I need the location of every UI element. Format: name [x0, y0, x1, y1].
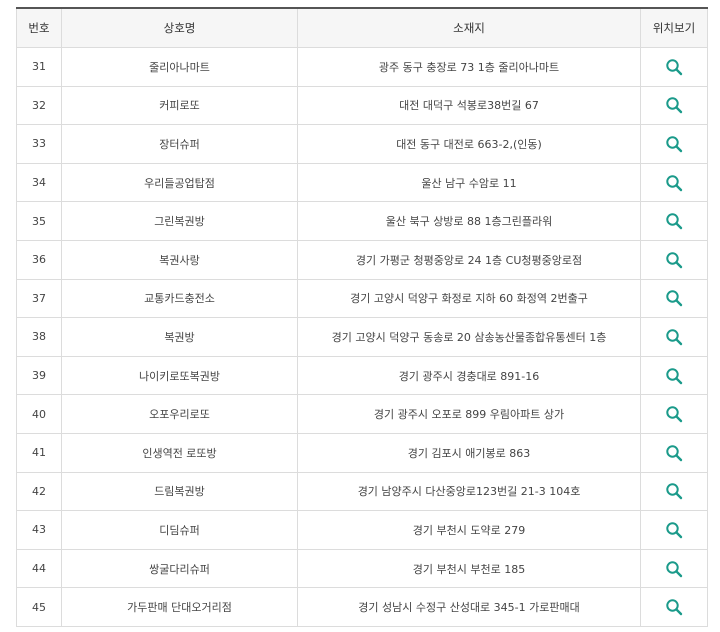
- row-store-name: 줄리아나마트: [61, 47, 298, 87]
- row-store-name: 교통카드충전소: [61, 278, 298, 319]
- row-store-name: 복권방: [61, 317, 298, 357]
- row-number: 35: [16, 201, 62, 241]
- row-number: 44: [16, 548, 62, 589]
- row-store-name: 드림복권방: [61, 471, 298, 512]
- header-store-name: 상호명: [61, 7, 298, 48]
- table-row: 31 줄리아나마트 광주 동구 충장로 73 1층 줄리아나마트: [16, 47, 708, 87]
- row-store-name: 커피로또: [61, 85, 298, 126]
- row-store-name: 복권사랑: [61, 239, 298, 280]
- row-view-location: [640, 47, 708, 87]
- row-store-name: 오포우리로또: [61, 394, 298, 434]
- row-address: 대전 동구 대전로 663-2,(인동): [297, 124, 641, 164]
- row-number: 36: [16, 239, 62, 280]
- row-number: 31: [16, 47, 62, 87]
- search-icon[interactable]: [665, 289, 683, 307]
- row-view-location: [640, 355, 708, 396]
- row-view-location: [640, 278, 708, 319]
- row-address: 울산 북구 상방로 88 1층그린플라워: [297, 201, 641, 241]
- search-icon[interactable]: [665, 135, 683, 153]
- table-row: 33 장터슈퍼 대전 동구 대전로 663-2,(인동): [16, 124, 708, 164]
- row-view-location: [640, 548, 708, 589]
- row-number: 41: [16, 432, 62, 473]
- search-icon[interactable]: [665, 328, 683, 346]
- search-icon[interactable]: [665, 560, 683, 578]
- table-row: 39 나이키로또복권방 경기 광주시 경충대로 891-16: [16, 355, 708, 396]
- row-view-location: [640, 239, 708, 280]
- row-number: 40: [16, 394, 62, 434]
- row-number: 45: [16, 587, 62, 627]
- row-number: 39: [16, 355, 62, 396]
- table-row: 45 가두판매 단대오거리점 경기 성남시 수정구 산성대로 345-1 가로판매대: [16, 587, 708, 627]
- search-icon[interactable]: [665, 367, 683, 385]
- row-address: 경기 고양시 덕양구 화정로 지하 60 화정역 2번출구: [297, 278, 641, 319]
- table-header: 번호 상호명 소재지 위치보기: [16, 7, 708, 48]
- header-view-location: 위치보기: [640, 7, 708, 48]
- table-row: 36 복권사랑 경기 가평군 청평중앙로 24 1층 CU청평중앙로점: [16, 239, 708, 280]
- row-number: 34: [16, 162, 62, 203]
- row-store-name: 쌍굴다리슈퍼: [61, 548, 298, 589]
- row-store-name: 인생역전 로또방: [61, 432, 298, 473]
- search-icon[interactable]: [665, 444, 683, 462]
- row-address: 경기 성남시 수정구 산성대로 345-1 가로판매대: [297, 587, 641, 627]
- search-icon[interactable]: [665, 598, 683, 616]
- table-body: 31 줄리아나마트 광주 동구 충장로 73 1층 줄리아나마트 32 커피로또 대전 대…: [16, 47, 708, 627]
- header-number: 번호: [16, 7, 62, 48]
- row-store-name: 우리들공업탑점: [61, 162, 298, 203]
- table-row: 38 복권방 경기 고양시 덕양구 동송로 20 삼송농산물종합유통센터 1층: [16, 317, 708, 357]
- row-number: 32: [16, 85, 62, 126]
- search-icon[interactable]: [665, 405, 683, 423]
- table-row: 44 쌍굴다리슈퍼 경기 부천시 부천로 185: [16, 548, 708, 589]
- row-address: 경기 가평군 청평중앙로 24 1층 CU청평중앙로점: [297, 239, 641, 280]
- row-view-location: [640, 510, 708, 550]
- row-view-location: [640, 124, 708, 164]
- row-number: 42: [16, 471, 62, 512]
- row-address: 경기 광주시 오포로 899 우림아파트 상가: [297, 394, 641, 434]
- row-address: 대전 대덕구 석봉로38번길 67: [297, 85, 641, 126]
- store-table: 번호 상호명 소재지 위치보기 31 줄리아나마트 광주 동구 충장로 73 1층 …: [16, 7, 708, 627]
- row-number: 33: [16, 124, 62, 164]
- table-row: 41 인생역전 로또방 경기 김포시 애기봉로 863: [16, 432, 708, 473]
- row-view-location: [640, 85, 708, 126]
- table-row: 32 커피로또 대전 대덕구 석봉로38번길 67: [16, 85, 708, 126]
- table-row: 42 드림복권방 경기 남양주시 다산중앙로123번길 21-3 104호: [16, 471, 708, 512]
- table-row: 35 그린복권방 울산 북구 상방로 88 1층그린플라워: [16, 201, 708, 241]
- row-number: 37: [16, 278, 62, 319]
- search-icon[interactable]: [665, 96, 683, 114]
- row-address: 경기 부천시 도약로 279: [297, 510, 641, 550]
- header-address: 소재지: [297, 7, 641, 48]
- row-view-location: [640, 162, 708, 203]
- table-row: 34 우리들공업탑점 울산 남구 수암로 11: [16, 162, 708, 203]
- search-icon[interactable]: [665, 521, 683, 539]
- row-view-location: [640, 471, 708, 512]
- store-table-container: 번호 상호명 소재지 위치보기 31 줄리아나마트 광주 동구 충장로 73 1층 …: [16, 7, 708, 627]
- row-view-location: [640, 587, 708, 627]
- row-address: 경기 김포시 애기봉로 863: [297, 432, 641, 473]
- row-view-location: [640, 432, 708, 473]
- row-number: 43: [16, 510, 62, 550]
- row-address: 경기 광주시 경충대로 891-16: [297, 355, 641, 396]
- search-icon[interactable]: [665, 482, 683, 500]
- row-store-name: 나이키로또복권방: [61, 355, 298, 396]
- row-address: 울산 남구 수암로 11: [297, 162, 641, 203]
- header-row: 번호 상호명 소재지 위치보기: [16, 7, 708, 48]
- row-store-name: 가두판매 단대오거리점: [61, 587, 298, 627]
- row-store-name: 그린복권방: [61, 201, 298, 241]
- search-icon[interactable]: [665, 212, 683, 230]
- row-store-name: 디딤슈퍼: [61, 510, 298, 550]
- row-address: 경기 남양주시 다산중앙로123번길 21-3 104호: [297, 471, 641, 512]
- table-row: 40 오포우리로또 경기 광주시 오포로 899 우림아파트 상가: [16, 394, 708, 434]
- table-row: 43 디딤슈퍼 경기 부천시 도약로 279: [16, 510, 708, 550]
- row-view-location: [640, 317, 708, 357]
- row-view-location: [640, 201, 708, 241]
- row-address: 경기 고양시 덕양구 동송로 20 삼송농산물종합유통센터 1층: [297, 317, 641, 357]
- search-icon[interactable]: [665, 174, 683, 192]
- row-view-location: [640, 394, 708, 434]
- search-icon[interactable]: [665, 251, 683, 269]
- row-address: 광주 동구 충장로 73 1층 줄리아나마트: [297, 47, 641, 87]
- search-icon[interactable]: [665, 58, 683, 76]
- row-store-name: 장터슈퍼: [61, 124, 298, 164]
- row-number: 38: [16, 317, 62, 357]
- table-row: 37 교통카드충전소 경기 고양시 덕양구 화정로 지하 60 화정역 2번출구: [16, 278, 708, 319]
- row-address: 경기 부천시 부천로 185: [297, 548, 641, 589]
